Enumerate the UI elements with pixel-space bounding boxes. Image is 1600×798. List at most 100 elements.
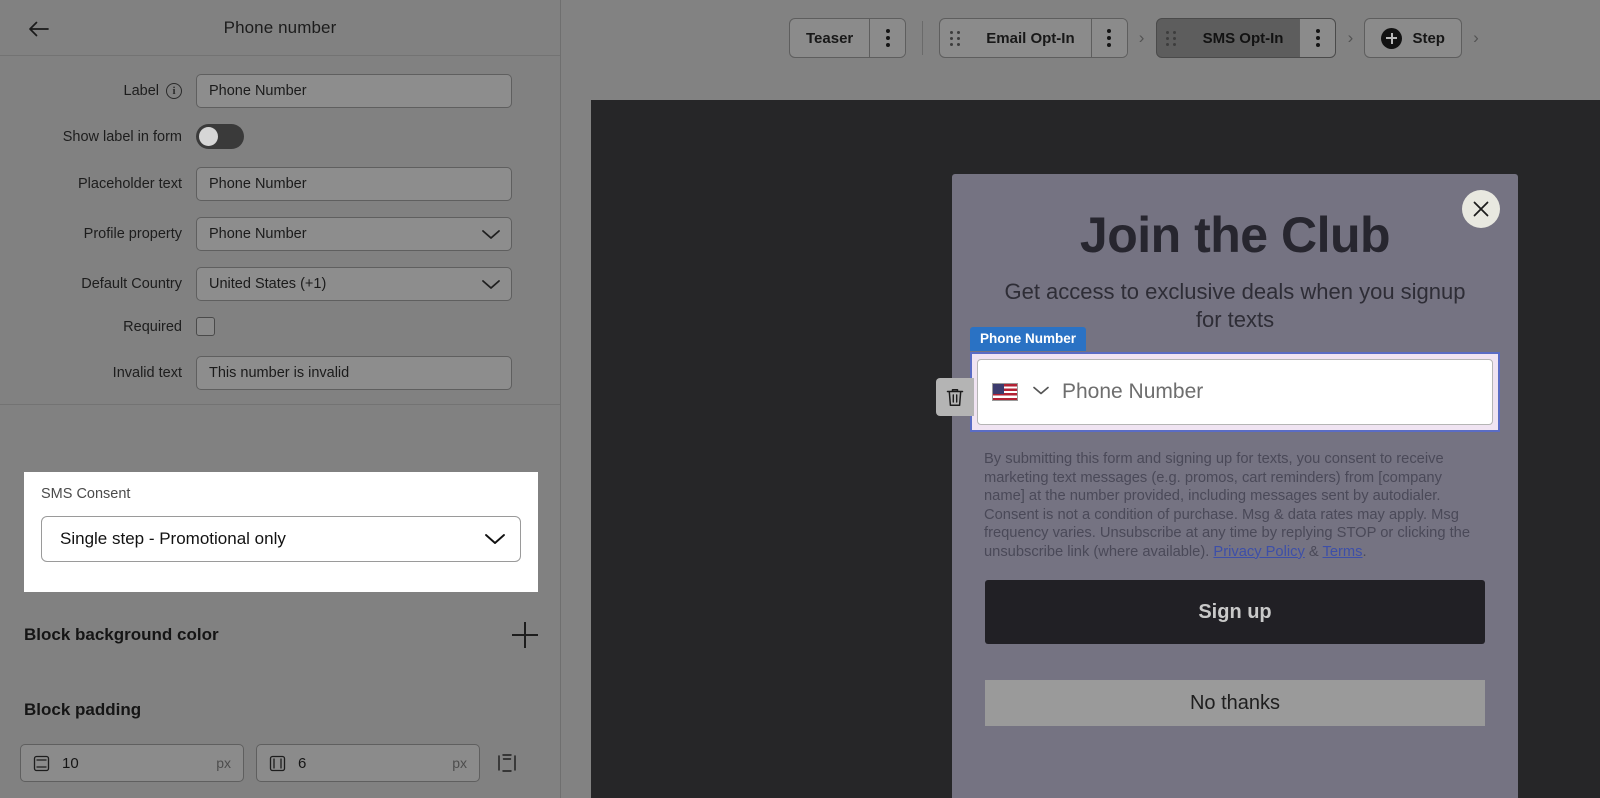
panel-title: Phone number bbox=[0, 18, 560, 38]
horizontal-padding-value: 6 bbox=[286, 755, 452, 772]
terms-link[interactable]: Terms bbox=[1323, 544, 1363, 560]
teaser-label[interactable]: Teaser bbox=[790, 19, 869, 57]
chevron-right-icon: › bbox=[1336, 28, 1364, 48]
privacy-policy-link[interactable]: Privacy Policy bbox=[1213, 544, 1304, 560]
field-label: Label i bbox=[0, 83, 196, 99]
signup-modal-preview: Join the Club Get access to exclusive de… bbox=[952, 174, 1518, 798]
modal-subheading: Get access to exclusive deals when you s… bbox=[992, 278, 1478, 334]
kebab-menu-icon bbox=[886, 29, 890, 47]
required-checkbox[interactable] bbox=[196, 317, 215, 336]
sign-up-button[interactable]: Sign up bbox=[985, 580, 1485, 644]
teaser-chip: Teaser bbox=[789, 18, 906, 58]
placeholder-input-value: Phone Number bbox=[209, 176, 307, 192]
consent-text-conjunction: & bbox=[1305, 544, 1323, 560]
no-thanks-label: No thanks bbox=[1190, 692, 1280, 715]
app-root: Phone number Label i Phone Number Show l… bbox=[0, 0, 1600, 798]
panel-divider bbox=[0, 404, 560, 405]
block-padding-section: Block padding bbox=[24, 700, 538, 720]
kebab-menu-icon bbox=[1316, 29, 1320, 47]
vertical-padding-value: 10 bbox=[50, 755, 216, 772]
chevron-down-icon bbox=[481, 278, 501, 291]
drag-handle-sms[interactable] bbox=[1157, 19, 1187, 57]
consent-text-period: . bbox=[1363, 544, 1367, 560]
field-label-text: Invalid text bbox=[113, 365, 182, 381]
invalid-text-value: This number is invalid bbox=[209, 365, 349, 381]
field-row-placeholder: Placeholder text Phone Number bbox=[0, 167, 560, 201]
chevron-right-icon: › bbox=[1128, 28, 1156, 48]
field-label: Default Country bbox=[0, 276, 196, 292]
back-button[interactable] bbox=[22, 12, 56, 46]
field-label: Required bbox=[0, 319, 196, 335]
placeholder-input[interactable]: Phone Number bbox=[196, 167, 512, 201]
label-input[interactable]: Phone Number bbox=[196, 74, 512, 108]
default-country-select[interactable]: United States (+1) bbox=[196, 267, 512, 301]
field-label-text: Placeholder text bbox=[78, 176, 182, 192]
vertical-padding-input[interactable]: 10 px bbox=[20, 744, 244, 782]
show-label-toggle[interactable] bbox=[196, 124, 244, 149]
phone-number-input[interactable]: Phone Number bbox=[977, 359, 1493, 425]
preview-canvas: Join the Club Get access to exclusive de… bbox=[591, 100, 1600, 798]
drag-handle-icon bbox=[1166, 31, 1177, 46]
field-label: Profile property bbox=[0, 226, 196, 242]
vertical-padding-unit: px bbox=[216, 755, 231, 771]
step-chip-email-opt-in: Email Opt-In bbox=[939, 18, 1127, 58]
add-step-label: Step bbox=[1412, 30, 1445, 47]
sms-consent-label: SMS Consent bbox=[41, 486, 521, 502]
step-label-email-opt-in[interactable]: Email Opt-In bbox=[970, 19, 1090, 57]
horizontal-padding-unit: px bbox=[452, 755, 467, 771]
email-step-kebab-button[interactable] bbox=[1091, 19, 1127, 57]
add-background-color-button[interactable] bbox=[512, 622, 538, 648]
no-thanks-button[interactable]: No thanks bbox=[985, 680, 1485, 726]
block-padding-title: Block padding bbox=[24, 700, 141, 720]
sms-consent-card: SMS Consent Single step - Promotional on… bbox=[24, 472, 538, 592]
settings-form: Label i Phone Number Show label in form bbox=[0, 56, 560, 405]
chevron-right-icon: › bbox=[1462, 28, 1490, 48]
block-background-section: Block background color bbox=[24, 622, 538, 648]
link-padding-icon bbox=[497, 753, 517, 773]
field-row-required: Required bbox=[0, 317, 560, 336]
field-label-text: Default Country bbox=[81, 276, 182, 292]
arrow-left-icon bbox=[27, 19, 51, 39]
panel-header: Phone number bbox=[0, 0, 560, 56]
field-label: Placeholder text bbox=[0, 176, 196, 192]
sign-up-label: Sign up bbox=[1198, 601, 1271, 624]
padding-controls: 10 px 6 px bbox=[20, 744, 522, 782]
sms-step-kebab-button[interactable] bbox=[1299, 19, 1335, 57]
us-flag-icon bbox=[992, 383, 1018, 401]
selected-block-phone-number[interactable]: Phone Number bbox=[970, 352, 1500, 432]
sms-consent-select[interactable]: Single step - Promotional only bbox=[41, 516, 521, 562]
padding-horizontal-icon bbox=[269, 755, 286, 772]
add-step-button[interactable]: Step bbox=[1364, 18, 1462, 58]
delete-block-button[interactable] bbox=[936, 378, 974, 416]
link-padding-button[interactable] bbox=[492, 748, 522, 778]
selected-block-badge: Phone Number bbox=[970, 327, 1086, 351]
chevron-down-icon bbox=[484, 532, 506, 546]
field-row-label: Label i Phone Number bbox=[0, 74, 560, 108]
drag-handle-email[interactable] bbox=[940, 19, 970, 57]
step-label-sms-opt-in[interactable]: SMS Opt-In bbox=[1187, 19, 1300, 57]
country-dropdown-button[interactable] bbox=[1032, 383, 1050, 401]
field-row-profile-property: Profile property Phone Number bbox=[0, 217, 560, 251]
step-toolbar: Teaser Email Opt-In › SMS Opt-In bbox=[561, 0, 1600, 76]
trash-icon bbox=[945, 387, 965, 408]
profile-property-select[interactable]: Phone Number bbox=[196, 217, 512, 251]
consent-text: By submitting this form and signing up f… bbox=[984, 450, 1486, 561]
modal-close-button[interactable] bbox=[1462, 190, 1500, 228]
chevron-down-icon bbox=[481, 228, 501, 241]
plus-circle-icon bbox=[1381, 28, 1402, 49]
toggle-knob bbox=[199, 127, 218, 146]
teaser-kebab-button[interactable] bbox=[869, 19, 905, 57]
horizontal-padding-input[interactable]: 6 px bbox=[256, 744, 480, 782]
field-label-text: Label bbox=[124, 83, 159, 99]
info-icon[interactable]: i bbox=[166, 83, 182, 99]
field-label: Invalid text bbox=[0, 365, 196, 381]
field-row-show-label: Show label in form bbox=[0, 124, 560, 149]
step-chip-sms-opt-in: SMS Opt-In bbox=[1156, 18, 1337, 58]
chevron-down-icon bbox=[1032, 385, 1050, 396]
field-row-default-country: Default Country United States (+1) bbox=[0, 267, 560, 301]
invalid-text-input[interactable]: This number is invalid bbox=[196, 356, 512, 390]
field-label-text: Required bbox=[123, 319, 182, 335]
drag-handle-icon bbox=[950, 31, 961, 46]
label-input-value: Phone Number bbox=[209, 83, 307, 99]
profile-property-value: Phone Number bbox=[209, 226, 307, 242]
